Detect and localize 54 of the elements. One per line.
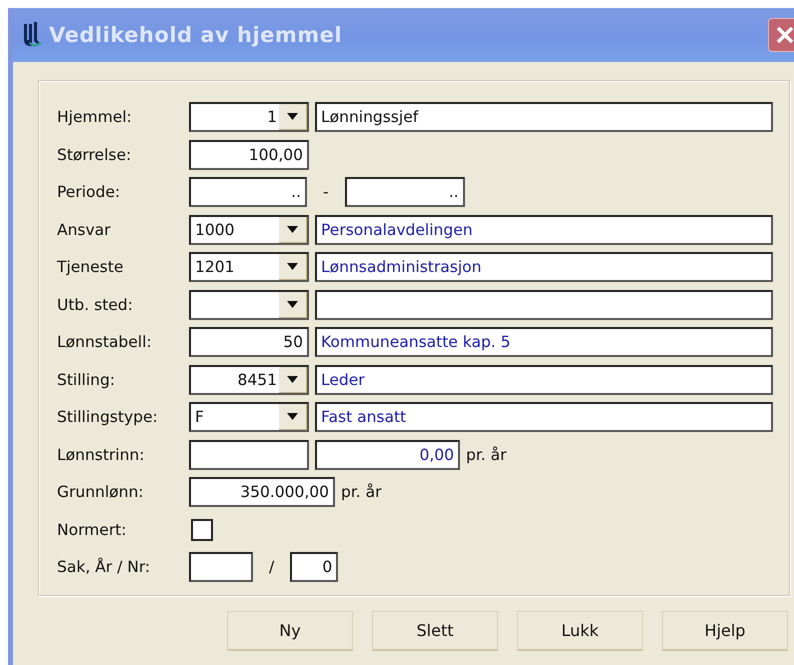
field-label: Normert: [57,520,128,538]
field-label: Grunnlønn: [57,483,145,501]
dropdown-arrow-icon[interactable] [287,376,298,382]
input-field[interactable]: 1 [189,102,309,132]
dropdown-arrow-icon[interactable] [287,413,298,420]
dropdown-arrow-icon[interactable] [287,263,298,270]
input-field[interactable]: 100,00 [189,140,309,170]
input-field[interactable] [189,290,309,320]
input-field[interactable]: 350.000,00 [189,477,335,507]
dialog-button[interactable]: Slett [372,611,498,651]
field-label: Utb. sted: [57,296,134,314]
app-logo-icon [21,22,43,48]
input-field[interactable]: 8451 [189,364,309,394]
close-button[interactable] [768,18,794,52]
input-field[interactable]: Lønningssjef [315,102,773,132]
close-icon [775,25,794,45]
field-label: Sak, År / Nr: [57,558,152,576]
input-field[interactable]: Fast ansatt [315,402,773,432]
window-title: Vedlikehold av hjemmel [49,23,342,47]
separator-text: - [322,183,330,201]
dialog-button[interactable]: Lukk [517,611,643,651]
field-label: Stillingstype: [57,408,159,426]
input-field[interactable]: 0,00 [315,440,460,470]
input-field[interactable]: Leder [315,364,773,394]
field-label: Lønnstrinn: [57,446,146,464]
input-field[interactable]: .. [189,177,307,207]
input-field[interactable] [189,440,309,470]
dropdown-arrow-icon[interactable] [287,113,298,120]
field-label: Periode: [57,183,122,201]
checkbox[interactable] [191,518,213,540]
dialog-button[interactable]: Hjelp [662,611,788,651]
input-field[interactable]: 50 [189,327,309,357]
dialog-button[interactable]: Ny [227,611,353,651]
dropdown-arrow-icon[interactable] [287,300,298,308]
input-field[interactable]: 1000 [189,214,309,244]
input-field[interactable]: Personalavdelingen [315,214,773,244]
input-field[interactable] [315,290,773,320]
input-field[interactable]: F [189,402,309,432]
field-label: Tjeneste [57,258,124,276]
field-label: Hjemmel: [57,108,133,126]
separator-text: / [268,558,276,576]
field-label: Størrelse: [57,146,132,164]
input-field[interactable]: Kommuneansatte kap. 5 [315,327,773,357]
input-field[interactable]: 1201 [189,252,309,282]
input-field[interactable]: .. [344,177,465,207]
unit-text: pr. år [466,446,507,464]
input-field[interactable]: Lønnsadministrasjon [315,252,773,282]
dropdown-arrow-icon[interactable] [287,226,298,232]
field-label: Lønnstabell: [57,333,153,351]
field-label: Ansvar [57,220,112,238]
unit-text: pr. år [341,483,382,501]
input-field[interactable] [189,552,253,582]
field-label: Stilling: [57,370,116,388]
input-field[interactable]: 0 [290,552,338,582]
